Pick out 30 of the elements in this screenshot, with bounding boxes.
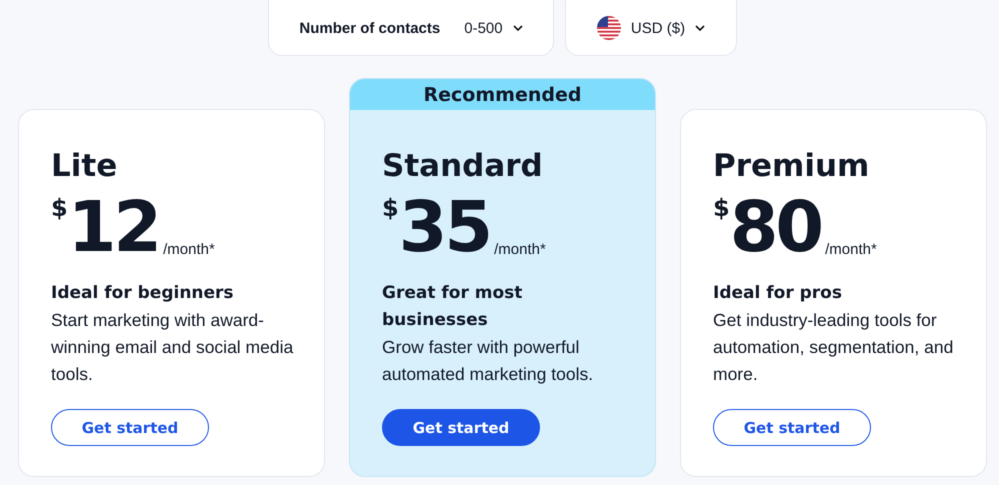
recommended-badge: Recommended: [350, 79, 655, 110]
flag-icon: [596, 16, 621, 40]
get-started-button[interactable]: Get started: [382, 409, 540, 446]
price-period: /month*: [163, 241, 215, 258]
plan-headline: Great for most businesses: [382, 282, 524, 332]
chevron-down-icon: [512, 25, 523, 31]
plan-headline: Ideal for beginners: [51, 282, 235, 305]
plan-name: Premium: [713, 147, 870, 186]
currency-symbol: $: [51, 194, 68, 222]
price-period: /month*: [494, 241, 546, 258]
plan-description: Grow faster with powerful automated marketing tools.: [382, 336, 594, 386]
plan-price: 35: [398, 192, 490, 262]
currency-value: USD ($): [630, 20, 686, 36]
price-period: /month*: [825, 241, 877, 258]
currency-dropdown[interactable]: USD ($): [565, 0, 737, 56]
plan-description: Start marketing with award-winning email and social media tools.: [51, 309, 294, 386]
chevron-down-icon: [695, 25, 706, 31]
get-started-button[interactable]: Get started: [713, 409, 871, 446]
get-started-button[interactable]: Get started: [51, 409, 209, 446]
plan-name: Standard: [382, 147, 544, 186]
contacts-label: Number of contacts: [299, 20, 440, 36]
contacts-value: 0-500: [464, 20, 503, 36]
plan-price: 80: [730, 192, 822, 262]
plan-headline: Ideal for pros: [713, 282, 843, 305]
contacts-dropdown[interactable]: Number of contacts 0-500: [268, 0, 554, 56]
currency-symbol: $: [713, 194, 730, 222]
currency-symbol: $: [382, 194, 399, 222]
plan-description: Get industry-leading tools for automation, segmentation, and more.: [713, 309, 954, 386]
plan-name: Lite: [51, 147, 118, 186]
plan-price: 12: [68, 192, 160, 262]
